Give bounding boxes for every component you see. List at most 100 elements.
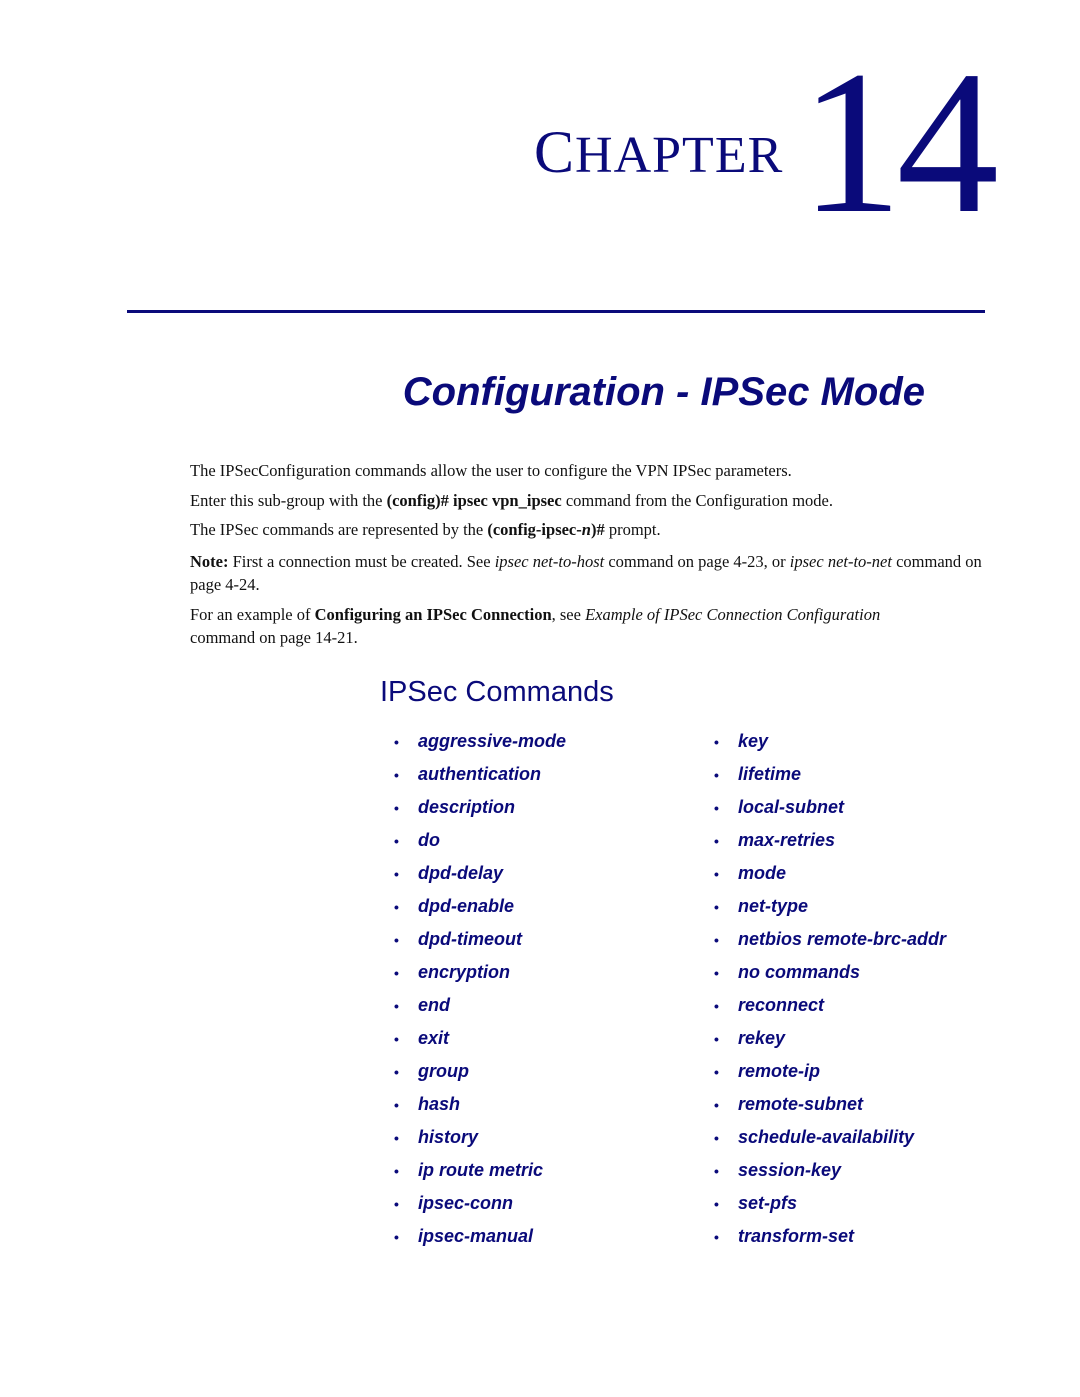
command-link[interactable]: • dpd-enable <box>390 890 566 923</box>
command-label: schedule-availability <box>738 1127 915 1147</box>
command-label: do <box>418 830 440 850</box>
command-link[interactable]: • lifetime <box>710 758 946 791</box>
horizontal-rule <box>127 310 985 313</box>
command-link[interactable]: • history <box>390 1121 566 1154</box>
chapter-label-initial: C <box>534 119 576 185</box>
bullet-icon: • <box>714 766 719 783</box>
command-link[interactable]: • end <box>390 989 566 1022</box>
bullet-icon: • <box>394 766 399 783</box>
command-link[interactable]: • rekey <box>710 1022 946 1055</box>
bullet-icon: • <box>714 898 719 915</box>
bullet-icon: • <box>714 1096 719 1113</box>
command-label: mode <box>738 863 787 883</box>
command-link[interactable]: • hash <box>390 1088 566 1121</box>
command-label: dpd-enable <box>418 896 515 916</box>
prompt-paragraph: The IPSec commands are represented by th… <box>190 520 661 539</box>
bullet-icon: • <box>394 1162 399 1179</box>
command-link[interactable]: • transform-set <box>710 1220 946 1253</box>
command-label: description <box>418 797 516 817</box>
example-topic: Configuring an IPSec Connection <box>314 605 552 624</box>
note-paragraph: Note: First a connection must be created… <box>190 552 982 594</box>
command-link[interactable]: • local-subnet <box>710 791 946 824</box>
bullet-icon: • <box>394 997 399 1014</box>
command-link[interactable]: • max-retries <box>710 824 946 857</box>
command-label: remote-ip <box>738 1061 821 1081</box>
command-link[interactable]: • net-type <box>710 890 946 923</box>
xref-net-to-host[interactable]: ipsec net-to-host <box>495 552 605 571</box>
bullet-icon: • <box>394 931 399 948</box>
command-label: authentication <box>418 764 542 784</box>
xref-example-config[interactable]: Example of IPSec Connection Configuratio… <box>585 605 880 624</box>
enter-subgroup-paragraph: Enter this sub-group with the (config)# … <box>190 491 833 510</box>
command-link[interactable]: • remote-subnet <box>710 1088 946 1121</box>
command-label: ipsec-manual <box>418 1226 534 1246</box>
command-label: dpd-delay <box>418 863 504 883</box>
chapter-label: CHAPTER <box>534 118 783 187</box>
command-label: aggressive-mode <box>418 731 567 751</box>
command-link[interactable]: • encryption <box>390 956 566 989</box>
command-link[interactable]: • description <box>390 791 566 824</box>
bullet-icon: • <box>394 964 399 981</box>
command-label: reconnect <box>738 995 825 1015</box>
bullet-icon: • <box>714 1063 719 1080</box>
command-link[interactable]: • no commands <box>710 956 946 989</box>
section-title: IPSec Commands <box>380 676 614 708</box>
command-link[interactable]: • key <box>710 725 946 758</box>
bullet-icon: • <box>714 1030 719 1047</box>
bullet-icon: • <box>394 1228 399 1245</box>
bullet-icon: • <box>394 865 399 882</box>
bullet-icon: • <box>714 733 719 750</box>
command-link[interactable]: • set-pfs <box>710 1187 946 1220</box>
command-label: set-pfs <box>738 1193 798 1213</box>
command-label: rekey <box>738 1028 786 1048</box>
bullet-icon: • <box>714 865 719 882</box>
command-link[interactable]: • do <box>390 824 566 857</box>
command-link[interactable]: • reconnect <box>710 989 946 1022</box>
command-link[interactable]: • aggressive-mode <box>390 725 566 758</box>
bullet-icon: • <box>714 832 719 849</box>
command-link[interactable]: • schedule-availability <box>710 1121 946 1154</box>
command-link[interactable]: • netbios remote-brc-addr <box>710 923 946 956</box>
command-list-left: • aggressive-mode • authentication • descript… <box>390 725 566 1253</box>
command-label: group <box>418 1061 469 1081</box>
command-label: hash <box>418 1094 461 1114</box>
command-link[interactable]: • ipsec-manual <box>390 1220 566 1253</box>
command-link[interactable]: • exit <box>390 1022 566 1055</box>
command-link[interactable]: • ipsec-conn <box>390 1187 566 1220</box>
command-label: ip route metric <box>418 1160 544 1180</box>
bullet-icon: • <box>714 997 719 1014</box>
command-label: max-retries <box>738 830 836 850</box>
bullet-icon: • <box>714 1162 719 1179</box>
prompt-text: (config-ipsec-n)# <box>487 520 605 539</box>
command-label: netbios remote-brc-addr <box>738 929 947 949</box>
bullet-icon: • <box>714 1228 719 1245</box>
page-title: Configuration - IPSec Mode <box>402 370 925 414</box>
bullet-icon: • <box>394 898 399 915</box>
command-link[interactable]: • group <box>390 1055 566 1088</box>
command-label: encryption <box>418 962 511 982</box>
xref-net-to-net[interactable]: ipsec net-to-net <box>790 552 892 571</box>
bullet-icon: • <box>394 733 399 750</box>
bullet-icon: • <box>394 1195 399 1212</box>
bullet-icon: • <box>714 799 719 816</box>
bullet-icon: • <box>394 1030 399 1047</box>
command-link[interactable]: • session-key <box>710 1154 946 1187</box>
chapter-number: 14 <box>800 29 999 256</box>
command-label: net-type <box>738 896 809 916</box>
note-label: Note: <box>190 552 229 571</box>
command-label: lifetime <box>738 764 802 784</box>
command-label: history <box>418 1127 479 1147</box>
command-link[interactable]: • remote-ip <box>710 1055 946 1088</box>
command-label: remote-subnet <box>738 1094 864 1114</box>
bullet-icon: • <box>394 1063 399 1080</box>
command-label: exit <box>418 1028 450 1048</box>
enter-command: (config)# ipsec vpn_ipsec <box>386 491 562 510</box>
command-label: dpd-timeout <box>418 929 522 949</box>
command-label: key <box>738 731 769 751</box>
command-link[interactable]: • dpd-timeout <box>390 923 566 956</box>
command-link[interactable]: • authentication <box>390 758 566 791</box>
command-link[interactable]: • mode <box>710 857 946 890</box>
command-link[interactable]: • ip route metric <box>390 1154 566 1187</box>
command-label: local-subnet <box>738 797 845 817</box>
command-link[interactable]: • dpd-delay <box>390 857 566 890</box>
